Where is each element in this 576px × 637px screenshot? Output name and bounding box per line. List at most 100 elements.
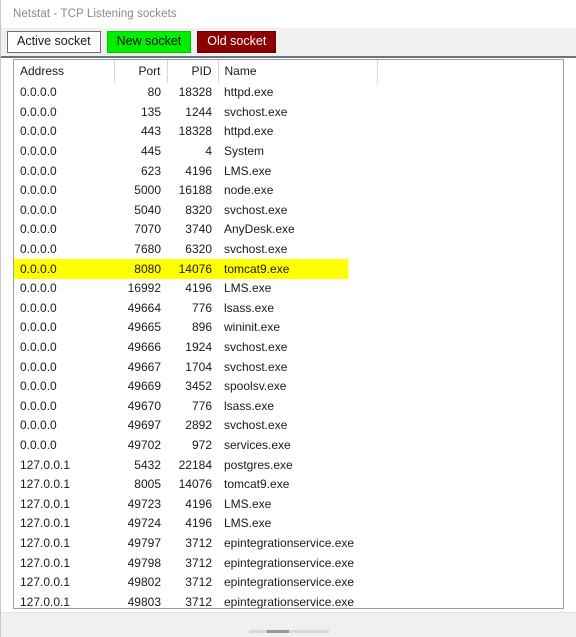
table-row[interactable]: 127.0.0.1 49723 4196 LMS.exe <box>14 494 563 514</box>
cell-port: 5040 <box>134 202 161 217</box>
old-socket-button[interactable]: Old socket <box>197 31 277 53</box>
cell-pid: 6320 <box>185 242 212 257</box>
cell-address: 127.0.0.1 <box>20 457 71 472</box>
cell-spacer <box>377 416 563 436</box>
horizontal-scrollbar-thumb[interactable] <box>267 630 289 633</box>
netstat-window: Netstat - TCP Listening sockets Active s… <box>0 0 576 637</box>
table-row[interactable]: 0.0.0.0 5040 8320 svchost.exe <box>14 201 563 221</box>
cell-pid: 896 <box>191 320 212 335</box>
table-row[interactable]: 127.0.0.1 49724 4196 LMS.exe <box>14 514 563 534</box>
table-row[interactable]: 0.0.0.0 49667 1704 svchost.exe <box>14 357 563 377</box>
cell-spacer <box>377 475 563 495</box>
table-row[interactable]: 127.0.0.1 49803 3712 epintegrationservice.e… <box>14 592 563 609</box>
cell-address: 0.0.0.0 <box>20 202 57 217</box>
column-header-name[interactable]: Name <box>218 60 378 83</box>
cell-name: svchost.exe <box>224 104 288 119</box>
horizontal-scrollbar-track[interactable] <box>249 630 329 633</box>
cell-pid: 18328 <box>178 124 212 139</box>
cell-address: 127.0.0.1 <box>20 477 71 492</box>
cell-port: 49666 <box>127 340 161 355</box>
cell-name: LMS.exe <box>224 163 272 178</box>
cell-port: 49670 <box>127 398 161 413</box>
cell-address: 0.0.0.0 <box>14 259 114 279</box>
cell-name: httpd.exe <box>224 124 274 139</box>
cell-name: LMS.exe <box>224 496 272 511</box>
cell-name: svchost.exe <box>224 202 288 217</box>
cell-spacer <box>377 553 563 573</box>
table-row[interactable]: 0.0.0.0 135 1244 svchost.exe <box>14 103 563 123</box>
cell-pid: 3712 <box>185 594 212 609</box>
cell-name: LMS.exe <box>224 281 272 296</box>
cell-name: svchost.exe <box>224 418 288 433</box>
sockets-table-container[interactable]: Address Port PID Name 0.0.0.0 80 18328 http… <box>13 59 564 609</box>
cell-port: 135 <box>140 104 161 119</box>
table-row[interactable]: 0.0.0.0 445 4 System <box>14 142 563 162</box>
cell-pid: 3712 <box>185 575 212 590</box>
cell-spacer <box>377 259 563 279</box>
cell-port: 445 <box>140 144 161 159</box>
cell-pid: 14076 <box>178 477 212 492</box>
cell-name: epintegrationservice.exe <box>224 555 355 570</box>
column-header-pid[interactable]: PID <box>167 60 219 83</box>
table-row[interactable]: 127.0.0.1 8005 14076 tomcat9.exe <box>14 475 563 495</box>
cell-port: 8080 <box>114 259 167 279</box>
column-header-spacer <box>377 60 563 83</box>
cell-spacer <box>377 83 563 103</box>
cell-name: AnyDesk.exe <box>224 222 295 237</box>
column-header-address[interactable]: Address <box>14 60 115 83</box>
new-socket-button[interactable]: New socket <box>106 31 192 53</box>
cell-name: lsass.exe <box>224 300 275 315</box>
table-row[interactable]: 0.0.0.0 443 18328 httpd.exe <box>14 122 563 142</box>
table-row[interactable]: 0.0.0.0 7070 3740 AnyDesk.exe <box>14 220 563 240</box>
cell-address: 0.0.0.0 <box>20 85 57 100</box>
cell-name: epintegrationservice.exe <box>224 575 355 590</box>
cell-name: epintegrationservice.exe <box>224 594 355 609</box>
cell-address: 127.0.0.1 <box>20 496 71 511</box>
column-header-port[interactable]: Port <box>114 60 168 83</box>
table-row[interactable]: 127.0.0.1 49797 3712 epintegrationservice.e… <box>14 534 563 554</box>
cell-address: 0.0.0.0 <box>20 320 57 335</box>
cell-pid: 4196 <box>185 281 212 296</box>
cell-spacer <box>377 534 563 554</box>
cell-address: 127.0.0.1 <box>20 516 71 531</box>
table-row[interactable]: 0.0.0.0 49697 2892 svchost.exe <box>14 416 563 436</box>
cell-address: 0.0.0.0 <box>20 163 57 178</box>
table-row[interactable]: 0.0.0.0 49665 896 wininit.exe <box>14 318 563 338</box>
cell-address: 0.0.0.0 <box>20 340 57 355</box>
table-row[interactable]: 0.0.0.0 49664 776 lsass.exe <box>14 299 563 319</box>
table-row[interactable]: 0.0.0.0 49670 776 lsass.exe <box>14 397 563 417</box>
cell-name: httpd.exe <box>224 85 274 100</box>
table-row[interactable]: 127.0.0.1 5432 22184 postgres.exe <box>14 455 563 475</box>
table-row[interactable]: 127.0.0.1 49802 3712 epintegrationservice.e… <box>14 573 563 593</box>
cell-spacer <box>377 279 563 299</box>
table-row[interactable]: 0.0.0.0 16992 4196 LMS.exe <box>14 279 563 299</box>
table-row[interactable]: 0.0.0.0 80 18328 httpd.exe <box>14 83 563 103</box>
cell-port: 49669 <box>127 379 161 394</box>
cell-pid: 1244 <box>185 104 212 119</box>
cell-pid: 1704 <box>185 359 212 374</box>
cell-address: 0.0.0.0 <box>20 300 57 315</box>
active-socket-button[interactable]: Active socket <box>7 31 101 53</box>
cell-pid: 4196 <box>185 516 212 531</box>
cell-address: 0.0.0.0 <box>20 222 57 237</box>
cell-name: node.exe <box>224 183 274 198</box>
table-row[interactable]: 127.0.0.1 49798 3712 epintegrationservice.e… <box>14 553 563 573</box>
cell-address: 0.0.0.0 <box>20 104 57 119</box>
table-row[interactable]: 0.0.0.0 49669 3452 spoolsv.exe <box>14 377 563 397</box>
cell-spacer <box>377 103 563 123</box>
table-row[interactable]: 0.0.0.0 49702 972 services.exe <box>14 436 563 456</box>
cell-pid: 16188 <box>178 183 212 198</box>
table-row[interactable]: 0.0.0.0 623 4196 LMS.exe <box>14 161 563 181</box>
cell-port: 49797 <box>127 535 161 550</box>
cell-name: epintegrationservice.exe <box>224 535 355 550</box>
table-row[interactable]: 0.0.0.0 5000 16188 node.exe <box>14 181 563 201</box>
cell-port: 7070 <box>134 222 161 237</box>
cell-name: postgres.exe <box>224 457 293 472</box>
table-row[interactable]: 0.0.0.0 49666 1924 svchost.exe <box>14 338 563 358</box>
table-row[interactable]: 0.0.0.0 8080 14076 tomcat9.exe <box>14 259 563 279</box>
cell-address: 0.0.0.0 <box>20 379 57 394</box>
table-row[interactable]: 0.0.0.0 7680 6320 svchost.exe <box>14 240 563 260</box>
cell-address: 0.0.0.0 <box>20 124 57 139</box>
cell-name: wininit.exe <box>224 320 281 335</box>
window-titlebar: Netstat - TCP Listening sockets <box>1 0 576 28</box>
